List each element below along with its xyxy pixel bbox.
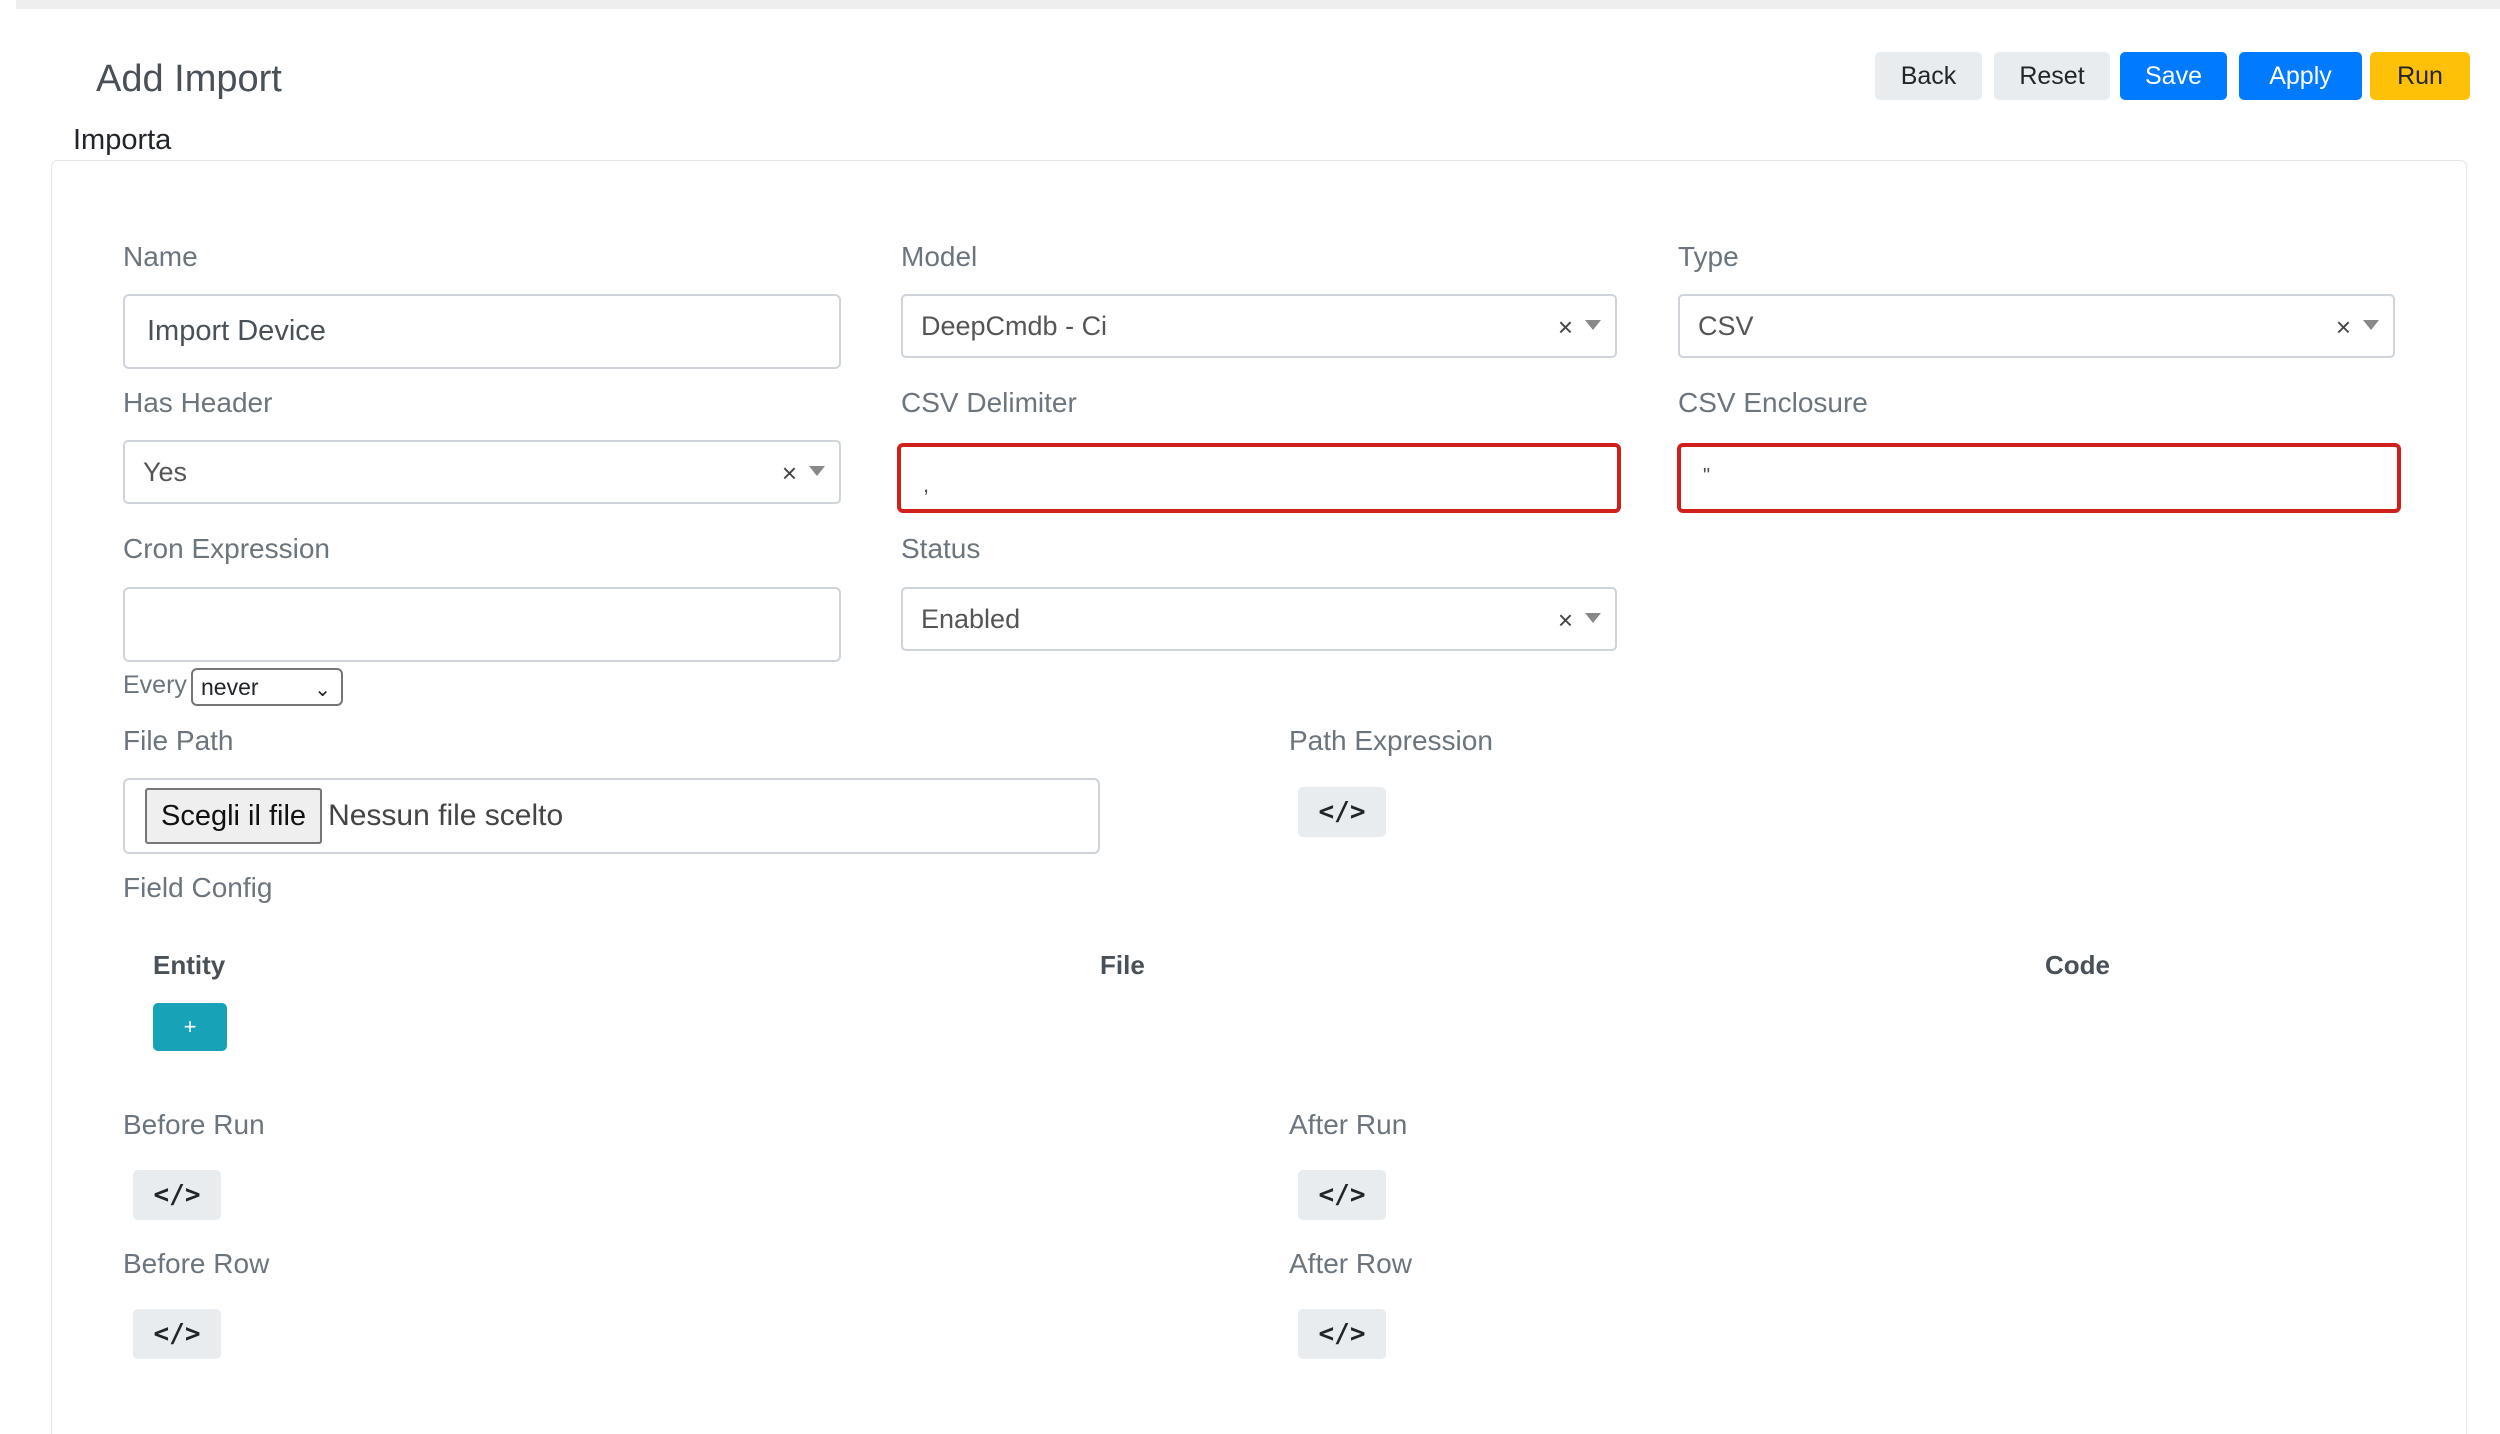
- after-run-code-button[interactable]: </>: [1298, 1170, 1386, 1220]
- file-path-label: File Path: [123, 725, 234, 756]
- csv-enclosure-input[interactable]: ": [1677, 443, 2401, 513]
- before-run-label: Before Run: [123, 1109, 265, 1140]
- name-input-value: Import Device: [147, 315, 326, 347]
- type-select[interactable]: CSV ×: [1678, 294, 2395, 358]
- csv-delimiter-value: ,: [923, 472, 930, 497]
- cron-expression-input[interactable]: [123, 587, 841, 662]
- every-select-value: never: [201, 673, 259, 700]
- caret-down-icon[interactable]: [1585, 320, 1601, 330]
- status-label: Status: [901, 533, 981, 564]
- clear-icon[interactable]: ×: [1558, 605, 1573, 636]
- code-icon: </>: [1318, 1319, 1366, 1349]
- has-header-select[interactable]: Yes ×: [123, 440, 841, 504]
- reset-button[interactable]: Reset: [1994, 52, 2110, 100]
- before-row-code-button[interactable]: </>: [133, 1309, 221, 1359]
- code-icon: </>: [153, 1319, 201, 1349]
- has-header-select-value: Yes: [143, 456, 188, 487]
- top-bar: [16, 0, 2500, 9]
- model-label: Model: [901, 241, 978, 272]
- add-field-button[interactable]: +: [153, 1003, 227, 1051]
- save-button[interactable]: Save: [2120, 52, 2227, 100]
- after-row-label: After Row: [1289, 1248, 1412, 1279]
- name-label: Name: [123, 241, 198, 272]
- status-select[interactable]: Enabled ×: [901, 587, 1617, 651]
- clear-icon[interactable]: ×: [2336, 312, 2351, 343]
- caret-down-icon[interactable]: [2363, 320, 2379, 330]
- caret-down-icon[interactable]: [1585, 613, 1601, 623]
- column-header-code: Code: [2045, 950, 2110, 980]
- every-label: Every: [123, 671, 187, 699]
- back-button[interactable]: Back: [1875, 52, 1982, 100]
- model-select[interactable]: DeepCmdb - Ci ×: [901, 294, 1617, 358]
- file-status-text: Nessun file scelto: [328, 799, 564, 832]
- clear-icon[interactable]: ×: [1558, 312, 1573, 343]
- csv-enclosure-label: CSV Enclosure: [1678, 387, 1868, 418]
- apply-button[interactable]: Apply: [2239, 52, 2362, 100]
- csv-delimiter-input[interactable]: ,: [897, 443, 1621, 513]
- every-select[interactable]: never ⌄: [191, 668, 343, 706]
- section-title: Importa: [73, 124, 172, 156]
- code-icon: </>: [1318, 1180, 1366, 1210]
- type-select-value: CSV: [1698, 310, 1754, 341]
- has-header-label: Has Header: [123, 387, 273, 418]
- path-expression-code-button[interactable]: </>: [1298, 787, 1386, 837]
- after-row-code-button[interactable]: </>: [1298, 1309, 1386, 1359]
- csv-delimiter-label: CSV Delimiter: [901, 387, 1077, 418]
- before-row-label: Before Row: [123, 1248, 270, 1279]
- run-button[interactable]: Run: [2370, 52, 2470, 100]
- code-icon: </>: [1318, 797, 1366, 827]
- before-run-code-button[interactable]: </>: [133, 1170, 221, 1220]
- type-label: Type: [1678, 241, 1739, 272]
- path-expression-label: Path Expression: [1289, 725, 1493, 756]
- clear-icon[interactable]: ×: [782, 458, 797, 489]
- chevron-down-icon: ⌄: [314, 679, 331, 701]
- field-config-label: Field Config: [123, 872, 273, 903]
- column-header-entity: Entity: [153, 950, 226, 980]
- model-select-value: DeepCmdb - Ci: [921, 310, 1108, 341]
- column-header-file: File: [1100, 950, 1145, 980]
- cron-expression-label: Cron Expression: [123, 533, 330, 564]
- code-icon: </>: [153, 1180, 201, 1210]
- after-run-label: After Run: [1289, 1109, 1408, 1140]
- status-select-value: Enabled: [921, 603, 1021, 634]
- caret-down-icon[interactable]: [809, 466, 825, 476]
- csv-enclosure-value: ": [1703, 464, 1711, 487]
- choose-file-button[interactable]: Scegli il file: [145, 788, 323, 844]
- file-path-input[interactable]: Scegli il file Nessun file scelto: [123, 778, 1100, 854]
- name-input[interactable]: Import Device: [123, 294, 841, 369]
- page-title: Add Import: [96, 58, 282, 100]
